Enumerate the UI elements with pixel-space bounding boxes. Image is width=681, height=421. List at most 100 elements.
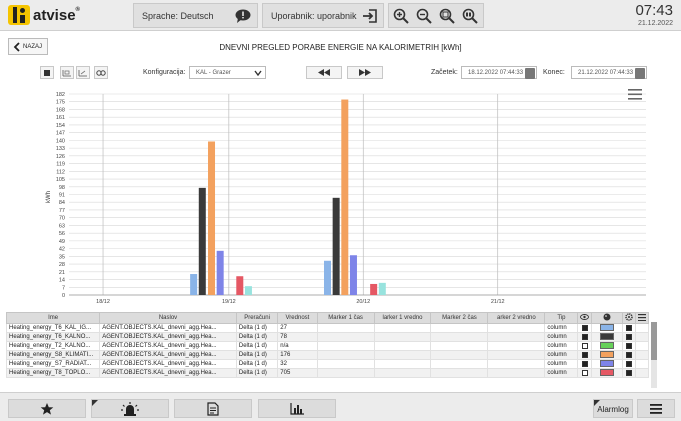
visibility-checkbox[interactable] [581,360,588,367]
table-row[interactable]: Heating_energy_T8_TOPLO... AGENT.OBJECTS.… [5,368,649,378]
chart-bar[interactable] [236,276,244,295]
start-date-input[interactable]: 18.12.2022 07:44:33 [461,66,537,79]
column-header[interactable]: Naslov [99,312,237,324]
table-cell: Delta (1 d) [235,350,279,360]
visibility-checkbox[interactable] [581,342,588,349]
empty-cell [635,359,649,369]
y-axis-ticks: 0714212835424956637077849198105112119126… [56,92,65,299]
column-header[interactable]: arker 2 vredno [487,312,546,324]
alarms-button[interactable] [91,399,169,418]
column-header[interactable]: Preračuni [235,312,279,324]
table-cell [487,332,546,342]
stop-button[interactable] [40,66,54,79]
columns-menu-icon[interactable] [635,312,649,324]
visibility-checkbox-cell [577,341,592,351]
chart-bar[interactable] [332,197,340,295]
zoom-fit-icon[interactable] [438,7,456,25]
calendar-icon[interactable] [525,68,535,79]
user-logout-button[interactable]: Uporabnik: uporabnik [262,3,384,28]
series-color-swatch[interactable] [599,351,614,359]
table-cell: 32 [277,359,318,369]
zoom-reset-icon[interactable] [461,7,479,25]
reports-button[interactable] [174,399,252,418]
next-period-button[interactable] [347,66,383,79]
table-cell: Heating_energy_T6_KALNO... [5,332,101,342]
color-palette-icon[interactable] [590,312,624,324]
visibility-eye-icon[interactable] [577,312,592,324]
series-color-swatch[interactable] [599,333,614,341]
chart-bar[interactable] [341,99,349,296]
settings-checkbox[interactable] [626,342,633,349]
previous-period-button[interactable] [306,66,342,79]
visibility-checkbox[interactable] [581,369,588,376]
zoom-area-button[interactable] [60,66,74,79]
language-selector[interactable]: Sprache: Deutsch [133,3,258,28]
series-color-swatch[interactable] [599,342,614,350]
column-header[interactable]: larker 1 vredno [373,312,432,324]
table-row[interactable]: Heating_energy_S7_RADIAT... AGENT.OBJECTS… [5,359,649,369]
table-row[interactable]: Heating_energy_S8_KLIMATI... AGENT.OBJECT… [5,350,649,360]
series-color-cell [590,332,624,342]
y-tick-label: 140 [56,138,65,144]
chart-bar[interactable] [190,274,198,295]
visibility-checkbox[interactable] [581,351,588,358]
main-menu-button[interactable] [637,399,675,418]
chart-bar[interactable] [323,260,331,295]
y-tick-label: 0 [62,293,65,299]
column-header[interactable]: Tip [544,312,579,324]
chart-bar[interactable] [198,187,206,295]
table-cell: Heating_energy_S7_RADIAT... [5,359,101,369]
corner-marker-icon [594,400,600,406]
settings-checkbox[interactable] [626,351,633,358]
table-row[interactable]: Heating_energy_T6_KAL_IG... AGENT.OBJECTS… [5,323,649,333]
scrollbar-thumb[interactable] [651,322,657,360]
zoom-reset-chart-button[interactable] [76,66,90,79]
axis-reset-icon [78,69,87,76]
series-color-swatch[interactable] [599,324,614,332]
settings-checkbox[interactable] [626,360,633,367]
chart-menu-icon[interactable] [628,89,642,100]
visibility-checkbox[interactable] [581,324,588,331]
table-scrollbar[interactable] [651,322,657,388]
user-label: Uporabnik: uporabnik [271,10,357,21]
chart-bar[interactable] [349,255,357,295]
config-select[interactable]: KAL - Grazer [189,66,266,79]
table-row[interactable]: Heating_energy_T6_KALNO... AGENT.OBJECTS.… [5,332,649,342]
table-cell [316,323,375,333]
settings-checkbox[interactable] [626,369,633,376]
visibility-checkbox-cell [577,332,592,342]
end-date-input[interactable]: 21.12.2022 07:44:33 [571,66,647,79]
zoom-out-icon[interactable] [415,7,433,25]
chart-bar[interactable] [216,250,224,295]
column-header[interactable]: Marker 1 čas [316,312,375,324]
alarmlog-button[interactable]: Alarmlog [593,399,633,418]
chart-bar[interactable] [244,286,252,295]
chart-bar[interactable] [378,282,386,295]
table-row[interactable]: Heating_energy_T2_KALNO... AGENT.OBJECTS.… [5,341,649,351]
favorites-button[interactable] [8,399,86,418]
settings-checkbox-cell [621,359,637,369]
link-icon [96,69,106,76]
trends-button[interactable] [258,399,336,418]
column-header[interactable]: Ime [5,312,101,324]
series-color-swatch[interactable] [599,360,614,368]
settings-checkbox-cell [621,368,637,378]
table-cell: column [544,341,579,351]
settings-gear-icon[interactable] [621,312,637,324]
settings-checkbox[interactable] [626,324,633,331]
column-header[interactable]: Marker 2 čas [430,312,489,324]
series-color-swatch[interactable] [599,369,614,377]
series-color-cell [590,359,624,369]
y-tick-label: 91 [59,193,65,199]
settings-checkbox[interactable] [626,333,633,340]
visibility-checkbox[interactable] [581,333,588,340]
zoom-in-icon[interactable] [392,7,410,25]
stop-icon [44,69,50,76]
chart-bar[interactable] [208,141,216,295]
column-header[interactable]: Vrednost [277,312,318,324]
hamburger-menu-icon [650,403,662,414]
table-cell: Heating_energy_T2_KALNO... [5,341,101,351]
link-button[interactable] [94,66,108,79]
chart-bar[interactable] [370,283,378,295]
calendar-icon[interactable] [635,68,645,79]
